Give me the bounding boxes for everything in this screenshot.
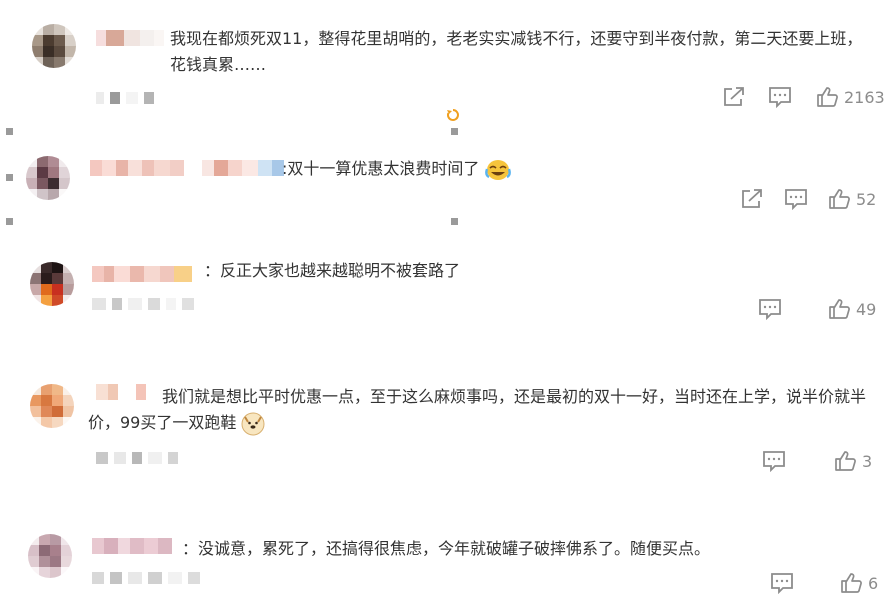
avatar[interactable]: [30, 384, 74, 428]
comment-item: :双十一算优惠太浪费时间了 52: [0, 140, 892, 240]
laugh-cry-emoji-icon: [484, 159, 511, 180]
like-count: 49: [856, 299, 877, 319]
username-blurred[interactable]: [90, 160, 284, 176]
avatar[interactable]: [26, 156, 70, 200]
decorative-dot: [6, 128, 13, 135]
comment-icon: [763, 451, 785, 472]
decorative-dot: [451, 128, 458, 135]
reply-button[interactable]: [762, 450, 786, 472]
comment-item: 我现在都烦死双11，整得花里胡哨的，老老实实减钱不行，还要守到半夜付款，第二天还…: [0, 0, 892, 120]
thumbs-up-icon: [817, 87, 838, 107]
comment-meta-blurred: [92, 298, 194, 310]
avatar[interactable]: [28, 534, 72, 578]
like-count: 6: [868, 573, 879, 593]
comment-text: ：反正大家也越来越聪明不被套路了: [204, 261, 461, 280]
reply-button[interactable]: [768, 86, 792, 108]
like-button[interactable]: 6: [840, 572, 878, 594]
comment-icon: [771, 573, 793, 594]
share-button[interactable]: [722, 86, 746, 108]
share-button[interactable]: [740, 188, 764, 210]
thumbs-up-icon: [829, 189, 850, 209]
like-count: 2163: [844, 87, 885, 107]
comment-meta-blurred: [92, 572, 200, 584]
thumbs-up-icon: [835, 451, 856, 471]
like-count: 52: [856, 189, 877, 209]
comment-text: 我现在都烦死双11，整得花里胡哨的，老老实实减钱不行，还要守到半夜付款，第二天还…: [170, 29, 863, 74]
comment-icon: [759, 299, 781, 320]
comment-meta-blurred: [96, 452, 178, 464]
comment-text-content: 我们就是想比平时优惠一点，至于这么麻烦事吗，还是最初的双十一好，当时还在上学，说…: [88, 387, 867, 432]
comment-icon: [785, 189, 807, 210]
doge-emoji-icon: [241, 412, 265, 435]
avatar[interactable]: [32, 24, 76, 68]
comment-item: ：没诚意，累死了，还搞得很焦虑，今年就破罐子破摔佛系了。随便买点。 6: [0, 520, 892, 610]
thumbs-up-icon: [841, 573, 862, 593]
comment-text: :双十一算优惠太浪费时间了: [282, 156, 682, 182]
like-button[interactable]: 2163: [816, 86, 885, 108]
avatar[interactable]: [30, 262, 74, 306]
like-button[interactable]: 3: [834, 450, 872, 472]
comment-meta-blurred: [96, 92, 154, 104]
comment-item: 我们就是想比平时优惠一点，至于这么麻烦事吗，还是最初的双十一好，当时还在上学，说…: [0, 370, 892, 490]
like-button[interactable]: 52: [828, 188, 876, 210]
loading-spinner-icon: [446, 109, 459, 121]
share-icon: [742, 189, 762, 208]
thumbs-up-icon: [829, 299, 850, 319]
comment-text: 我们就是想比平时优惠一点，至于这么麻烦事吗，还是最初的双十一好，当时还在上学，说…: [88, 384, 884, 436]
comment-text-content: :双十一算优惠太浪费时间了: [282, 159, 480, 178]
like-button[interactable]: 49: [828, 298, 876, 320]
username-blurred[interactable]: [92, 538, 172, 554]
like-count: 3: [862, 451, 873, 471]
username-blurred[interactable]: [92, 266, 192, 282]
share-icon: [724, 87, 744, 106]
reply-button[interactable]: [758, 298, 782, 320]
reply-button[interactable]: [784, 188, 808, 210]
reply-button[interactable]: [770, 572, 794, 594]
comment-text: ：没诚意，累死了，还搞得很焦虑，今年就破罐子破摔佛系了。随便买点。: [182, 539, 711, 558]
username-blurred[interactable]: [96, 30, 164, 46]
comment-icon: [769, 87, 791, 108]
comment-item: ：反正大家也越来越聪明不被套路了 49: [0, 250, 892, 360]
